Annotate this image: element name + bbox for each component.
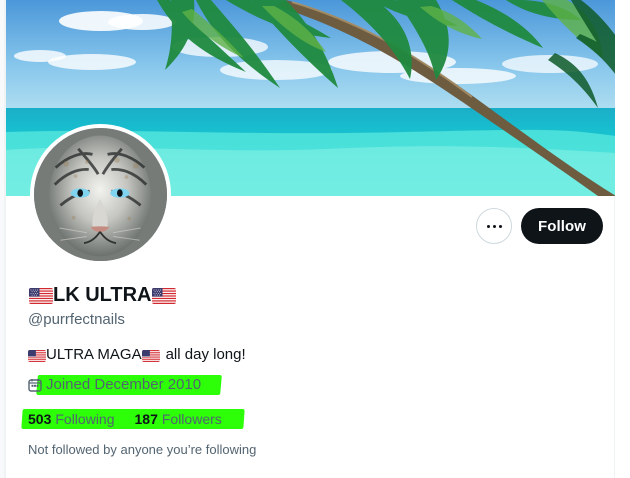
us-flag-icon <box>141 349 160 362</box>
profile-bio: ULTRA MAGA all day long! <box>28 345 246 365</box>
following-count: 503 <box>28 411 52 427</box>
followers-label: Followers <box>161 411 222 427</box>
profile-card: Follow LK ULTRA @purrfectnails ULTRA MAG… <box>5 0 616 478</box>
right-gutter <box>615 0 630 478</box>
following-link[interactable]: 503 Following <box>28 409 115 429</box>
tiger-avatar-image <box>34 128 167 261</box>
more-options-button[interactable] <box>476 208 512 244</box>
us-flag-icon <box>151 287 176 304</box>
more-horizontal-icon <box>486 224 502 228</box>
bio-main-text: ULTRA MAGA <box>46 346 142 363</box>
followed-by-text: Not followed by anyone you’re following <box>28 442 257 457</box>
display-name: LK ULTRA <box>29 283 176 307</box>
follow-button[interactable]: Follow <box>521 208 603 244</box>
follow-stats: 503 Following 187 Followers <box>28 409 222 429</box>
calendar-icon <box>28 378 42 392</box>
display-name-text: LK ULTRA <box>53 284 152 306</box>
joined-text: Joined December 2010 <box>46 376 202 393</box>
followers-link[interactable]: 187 Followers <box>135 409 222 429</box>
more-dot <box>486 224 490 228</box>
followers-count: 187 <box>134 411 158 427</box>
following-label: Following <box>55 411 115 427</box>
profile-avatar[interactable] <box>30 124 171 265</box>
more-dot <box>492 224 496 228</box>
joined-date: Joined December 2010 <box>28 375 201 395</box>
profile-page: Follow LK ULTRA @purrfectnails ULTRA MAG… <box>0 0 630 478</box>
more-dot <box>498 224 502 228</box>
bio-suffix-text: all day long! <box>165 346 246 363</box>
us-flag-icon <box>28 349 46 362</box>
profile-handle: @purrfectnails <box>28 311 125 328</box>
us-flag-icon <box>29 287 53 304</box>
